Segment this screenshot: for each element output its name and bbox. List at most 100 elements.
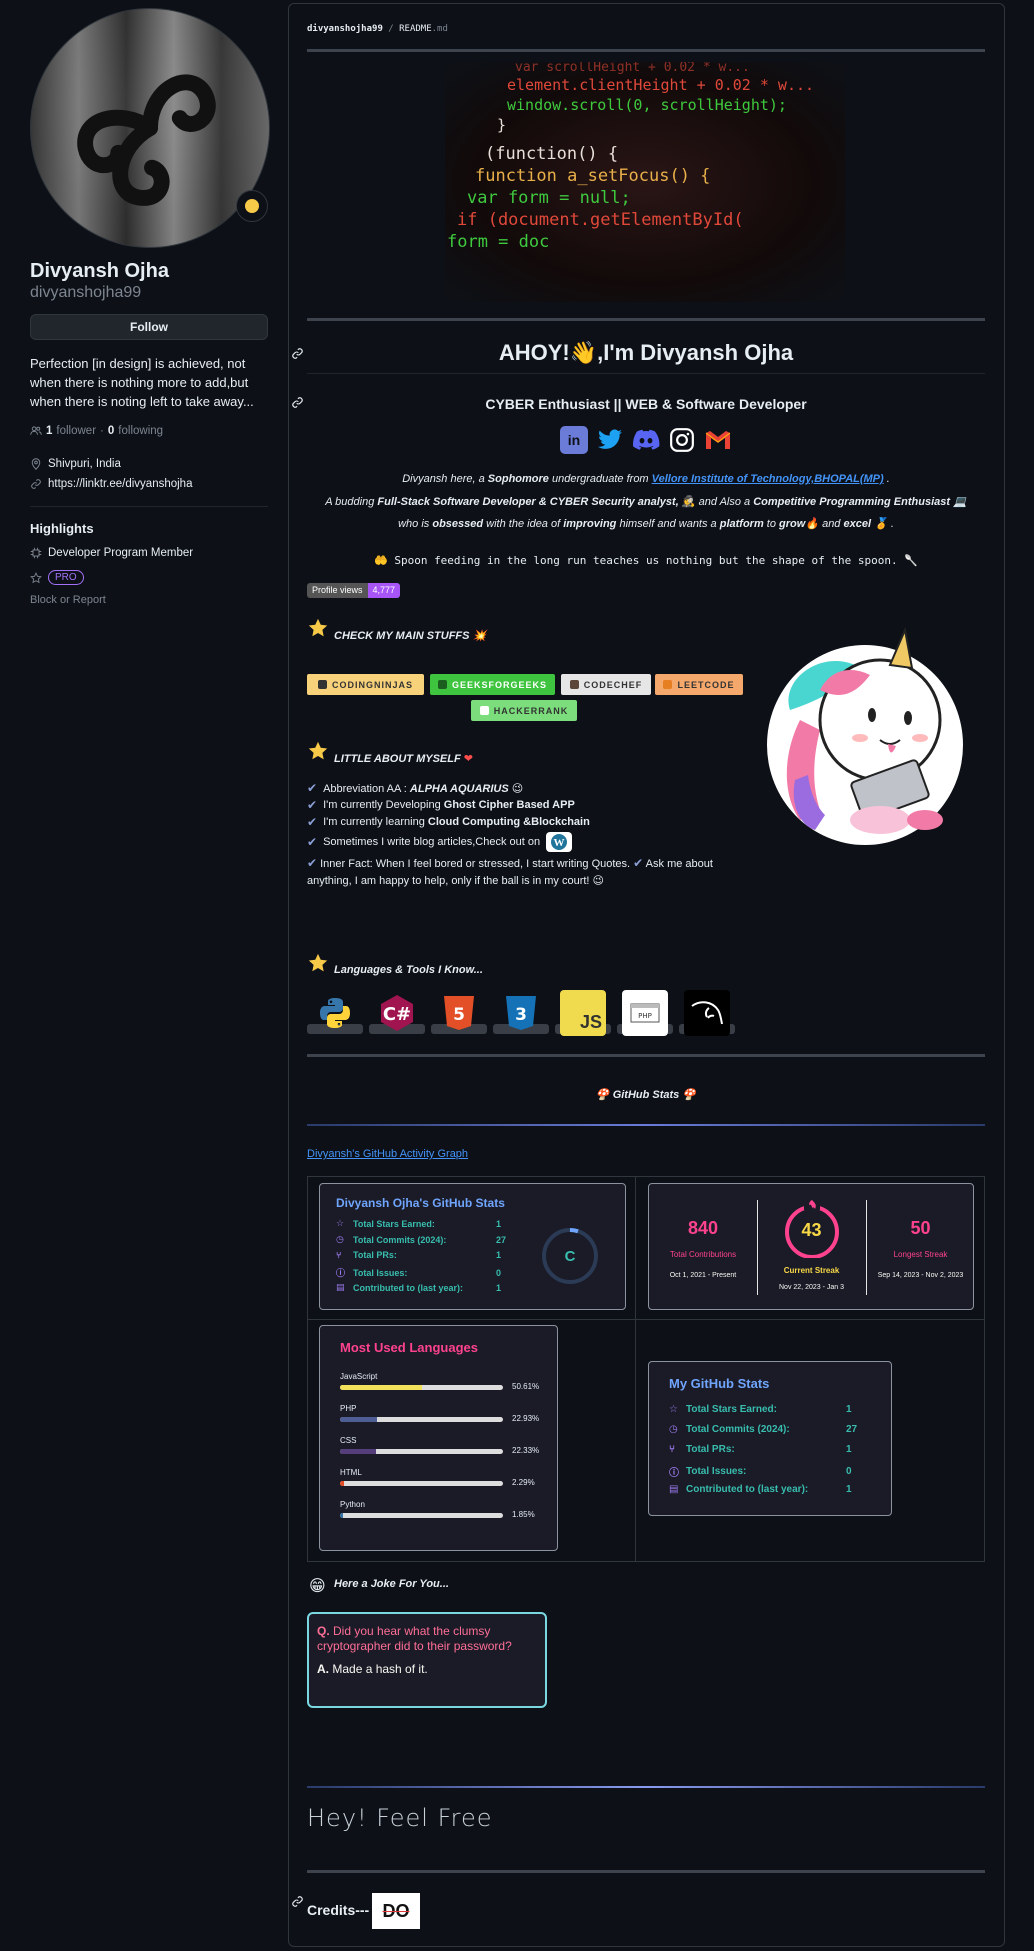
status-emoji[interactable]	[236, 190, 268, 222]
stat-value: 1	[496, 1250, 502, 1260]
about-text: I'm currently learning	[323, 816, 428, 828]
check-icon: ✔	[307, 856, 318, 870]
stat-row: ⑂ Total PRs: 1	[336, 1250, 501, 1260]
longest-streak: 50	[910, 1218, 931, 1238]
following-label[interactable]: following	[118, 425, 163, 437]
language-bar	[340, 1513, 503, 1518]
stat-label: Total Issues:	[686, 1466, 747, 1477]
about-bold: Ghost Cipher Based APP	[443, 799, 575, 811]
code-line: if (document.getElementById(	[457, 210, 744, 230]
repo-icon: ▤	[336, 1282, 345, 1292]
stats-card-title: Divyansh Ojha's GitHub Stats	[336, 1196, 505, 1210]
stat-row: ☆ Total Stars Earned: 1	[336, 1218, 501, 1229]
language-percent: 22.93%	[512, 1414, 540, 1423]
language-name: HTML	[340, 1468, 362, 1477]
hackerrank-badge[interactable]: HACKERRANK	[471, 700, 577, 721]
activity-graph-link[interactable]: Divyansh's GitHub Activity Graph	[307, 1148, 468, 1160]
language-row: CSS 22.33%	[340, 1436, 539, 1455]
badge-label: GEEKSFORGEEKS	[451, 679, 547, 690]
stat-label: Total PRs:	[353, 1250, 397, 1260]
followers-count[interactable]: 1	[46, 425, 52, 437]
anchor-link-icon[interactable]	[291, 347, 304, 360]
breadcrumb-file: README	[399, 24, 432, 34]
breadcrumb-extension: .md	[431, 24, 448, 34]
stat-value: 1	[846, 1444, 852, 1455]
website-link[interactable]: https://linktr.ee/divyanshojha	[48, 478, 192, 490]
breadcrumb-user[interactable]: divyanshojha99	[307, 24, 383, 34]
smile-icon	[245, 199, 259, 213]
anchor-link-icon[interactable]	[291, 1895, 304, 1908]
html5-icon[interactable]: 5	[436, 990, 482, 1036]
language-percent: 2.29%	[512, 1478, 535, 1487]
hackerrank-icon	[479, 706, 489, 715]
spoon-quote: 🤲 Spoon feeding in the long run teaches …	[307, 554, 985, 567]
stat-label: Contributed to (last year):	[353, 1282, 464, 1293]
table-divider	[635, 1177, 636, 1561]
university-link[interactable]: Vellore Institute of Technology,BHOPAL(M…	[652, 473, 884, 485]
repo-icon: ▤	[669, 1484, 679, 1495]
profile-avatar[interactable]	[30, 8, 270, 248]
stat-value: 1	[496, 1218, 502, 1229]
follow-button[interactable]: Follow	[30, 314, 268, 340]
total-contributions: 840	[687, 1218, 719, 1238]
readme-subtitle: CYBER Enthusiast || WEB & Software Devel…	[485, 396, 807, 412]
block-report-link[interactable]: Block or Report	[30, 594, 106, 606]
language-row: HTML 2.29%	[340, 1468, 535, 1487]
svg-text:C#: C#	[383, 1004, 411, 1025]
intro-text: Divyansh here, a	[402, 473, 488, 485]
csharp-icon[interactable]: C#	[374, 990, 420, 1036]
intro-bold: Sophomore	[487, 473, 549, 485]
php-icon[interactable]: PHP	[622, 990, 668, 1036]
wordpress-icon[interactable]: W	[546, 832, 573, 852]
codechef-badge[interactable]: CODECHEF	[561, 674, 651, 695]
twitter-icon[interactable]	[596, 426, 624, 454]
geeksforgeeks-badge[interactable]: GEEKSFORGEEKS	[430, 674, 555, 695]
language-bar-fill	[340, 1385, 423, 1390]
kali-linux-icon[interactable]	[684, 990, 730, 1036]
followers-label[interactable]: follower	[56, 425, 96, 437]
star-outline-icon	[30, 571, 42, 583]
linkedin-icon[interactable]: in	[560, 426, 588, 454]
rank-letter: C	[564, 1247, 576, 1265]
language-percent: 1.85%	[512, 1510, 535, 1519]
joke-title: Here a Joke For You...	[334, 1578, 449, 1590]
badge-label: HACKERRANK	[493, 705, 569, 716]
location-pin-icon	[31, 458, 41, 470]
css3-icon[interactable]: 3	[498, 990, 544, 1036]
following-count[interactable]: 0	[108, 425, 114, 437]
divider	[307, 1870, 985, 1873]
gmail-icon[interactable]	[704, 426, 732, 454]
python-icon[interactable]	[312, 990, 358, 1036]
javascript-icon[interactable]: JS	[560, 990, 606, 1036]
github-stats-title: 🍄 GitHub Stats 🍄	[307, 1088, 985, 1101]
credits-logo[interactable]: DO	[372, 1893, 420, 1929]
tools-title: Languages & Tools I Know...	[334, 964, 483, 976]
svg-text:5: 5	[453, 1005, 465, 1025]
discord-icon[interactable]	[632, 426, 660, 454]
leetcode-badge[interactable]: LEETCODE	[655, 674, 743, 695]
check-icon: ✔	[307, 781, 318, 795]
stat-label: Total Stars Earned:	[353, 1218, 435, 1229]
stat-label: Contributed to (last year):	[686, 1484, 809, 1495]
instagram-icon[interactable]	[668, 426, 696, 454]
about-title: LITTLE ABOUT MYSELF ❤	[334, 752, 473, 765]
separator-dot: ·	[100, 425, 104, 437]
about-item-1: ✔ Abbreviation AA : ALPHA AQUARIUS 😉	[307, 781, 523, 795]
profile-bio: Perfection [in design] is achieved, not …	[30, 356, 254, 409]
about-bold: ALPHA AQUARIUS	[409, 782, 509, 795]
anchor-link-icon[interactable]	[291, 396, 304, 409]
intro-bold: Full-Stack Software Developer & CYBER Se…	[377, 496, 679, 508]
current-streak-range: Nov 22, 2023 - Jan 3	[779, 1284, 844, 1291]
main-stuffs-title: CHECK MY MAIN STUFFS 💥	[334, 629, 486, 642]
code-line: window.scroll(0, scrollHeight);	[507, 96, 787, 114]
intro-text: undergraduate from	[548, 473, 652, 485]
codingninjas-badge[interactable]: CODINGNINJAS	[307, 674, 424, 695]
issue-icon: ⓘ	[336, 1268, 346, 1278]
hacker-emoji-icon: 🕵	[678, 496, 699, 508]
code-line: function a_setFocus() {	[475, 166, 711, 186]
longest-streak-range: Sep 14, 2023 - Nov 2, 2023	[877, 1272, 964, 1279]
my-github-stats-card: My GitHub Stats ☆ Total Stars Earned: 1 ◷ T…	[648, 1361, 892, 1516]
longest-streak-label: Longest Streak	[893, 1250, 948, 1259]
divider	[307, 318, 985, 321]
issue-icon: ⓘ	[669, 1468, 679, 1479]
